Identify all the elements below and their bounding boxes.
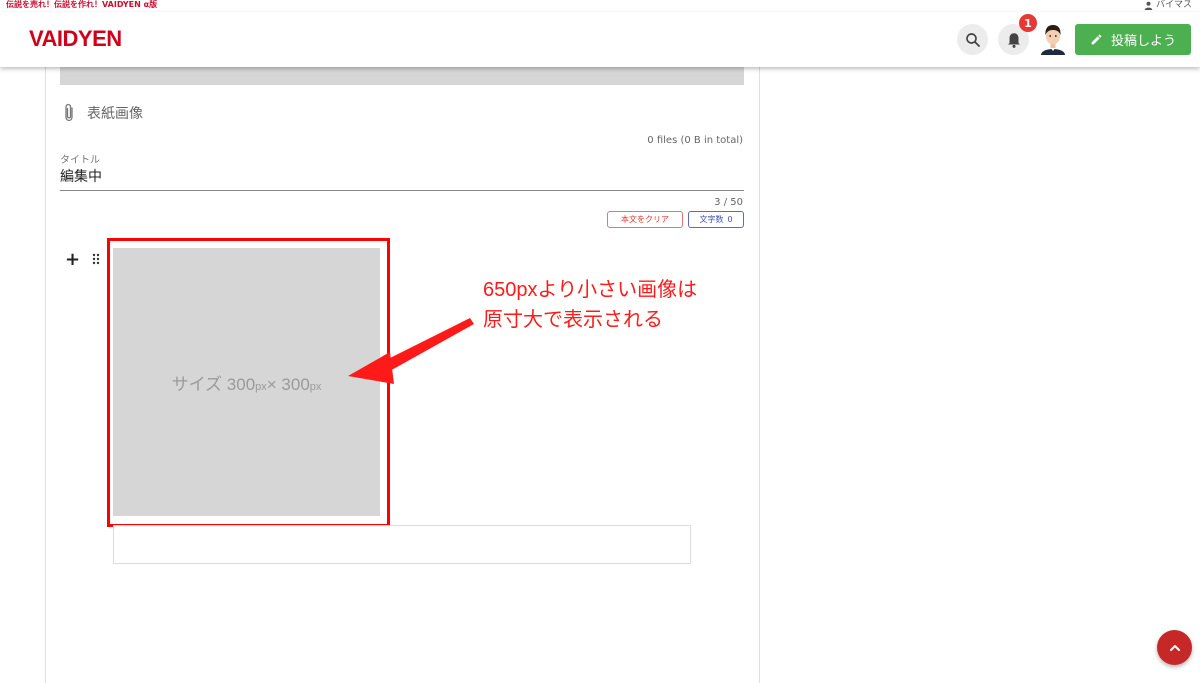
user-menu[interactable]: バイマス — [1144, 0, 1192, 11]
create-post-label: 投稿しよう — [1110, 34, 1176, 49]
annotation-arrow-icon — [348, 318, 474, 384]
image-caption-input[interactable] — [113, 525, 691, 564]
user-name: バイマス — [1155, 0, 1192, 10]
title-input[interactable]: 編集中 — [60, 166, 102, 186]
bell-icon — [1007, 32, 1020, 48]
site-tagline: 伝説を売れ！伝説を作れ！VAIDYEN α版 — [6, 0, 158, 9]
create-post-button[interactable]: 投稿しよう — [1075, 24, 1191, 55]
annotation-line-1: 650pxより小さい画像は — [483, 279, 698, 301]
add-block-icon[interactable]: + — [65, 251, 80, 269]
search-icon — [965, 32, 980, 47]
title-char-count: 3 / 50 — [714, 197, 743, 208]
paperclip-icon — [65, 103, 73, 122]
user-avatar[interactable] — [1038, 23, 1068, 55]
title-field-label: タイトル — [60, 155, 100, 166]
site-header: VAIDYEN 1 投稿しよう — [0, 12, 1200, 67]
drag-handle-icon[interactable] — [92, 253, 100, 265]
site-logo[interactable]: VAIDYEN — [29, 26, 122, 52]
toolbar-placeholder — [60, 67, 744, 85]
scroll-to-top-button[interactable] — [1157, 630, 1192, 665]
notification-badge: 1 — [1019, 14, 1037, 32]
chevron-up-icon — [1169, 644, 1180, 651]
title-underline — [60, 190, 744, 191]
files-info: 0 files (0 B in total) — [647, 135, 743, 146]
search-button[interactable] — [957, 24, 988, 55]
annotation-line-2: 原寸大で表示される — [483, 309, 663, 331]
pencil-icon — [1091, 34, 1102, 45]
clear-body-button[interactable]: 本文をクリア — [607, 211, 683, 228]
top-info-bar: 伝説を売れ！伝説を作れ！VAIDYEN α版 バイマス — [0, 0, 1200, 12]
annotation-note: 650pxより小さい画像は 原寸大で表示される — [483, 275, 697, 335]
cover-image-label: 表紙画像 — [87, 106, 143, 122]
word-count-value: 0 — [727, 215, 733, 224]
person-icon — [1144, 1, 1153, 10]
word-count-label: 文字数 — [699, 215, 724, 224]
image-size-text: サイズ 300px× 300px — [171, 374, 322, 394]
word-count-badge: 文字数 0 — [688, 211, 744, 228]
cover-image-upload[interactable]: 表紙画像 — [63, 103, 143, 123]
